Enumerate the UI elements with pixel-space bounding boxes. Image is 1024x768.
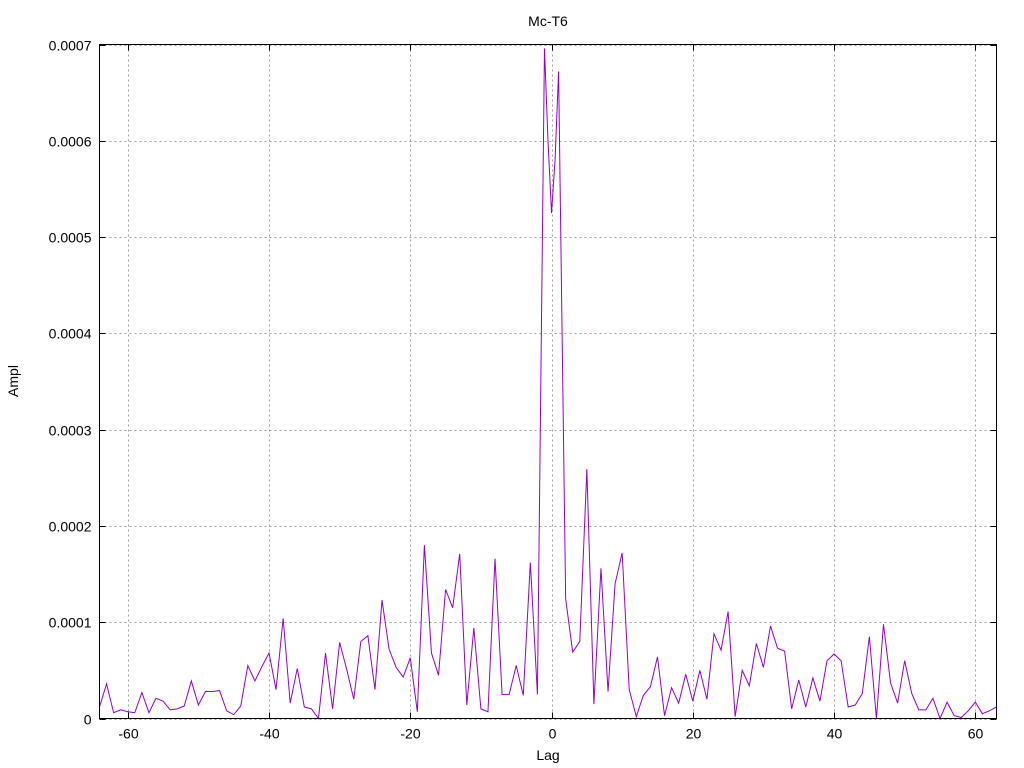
x-tick-label: 60 [968,726,984,742]
y-tick-label: 0.0001 [49,615,92,631]
y-tick-label: 0.0002 [49,519,92,535]
x-tick-label: -40 [259,726,279,742]
x-tick-label: 20 [686,726,702,742]
series-line-0 [99,48,997,720]
y-tick-label: 0.0003 [49,423,92,439]
x-tick-label: -20 [400,726,420,742]
y-tick-label: 0 [84,712,92,728]
chart-title: Mc-T6 [528,13,568,29]
series-layer [99,48,997,720]
y-tick-label: 0.0006 [49,134,92,150]
tick-labels: -60 -40 -20 0 20 40 60 0 0.0001 0.0002 0.0003 0.000… [49,38,984,742]
x-axis-label: Lag [536,747,559,763]
x-tick-label: 0 [549,726,557,742]
chart-canvas: Mc-T6 -60 -40 -20 0 20 40 60 0 0.0001 0.0002 0.000… [5,13,997,763]
y-tick-label: 0.0005 [49,230,92,246]
y-tick-label: 0.0004 [49,326,92,342]
y-axis-label: Ampl [5,365,21,397]
x-tick-label: -60 [118,726,138,742]
x-tick-label: 40 [827,726,843,742]
y-tick-label: 0.0007 [49,38,92,54]
